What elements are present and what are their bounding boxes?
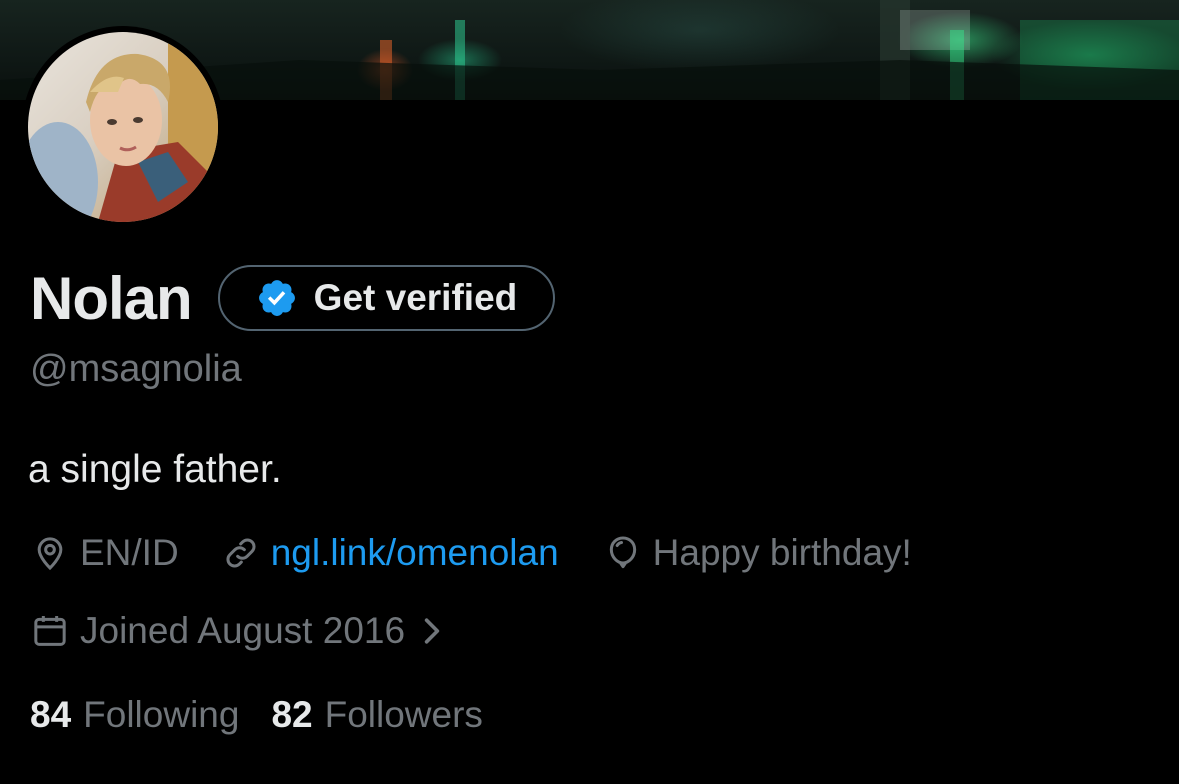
followers-label: Followers	[324, 694, 483, 735]
location-pin-icon	[30, 533, 70, 573]
profile-joined-row[interactable]: Joined August 2016	[30, 608, 443, 654]
joined-text: Joined August 2016	[80, 610, 406, 651]
link-icon	[221, 533, 261, 573]
birthday-text: Happy birthday!	[652, 532, 912, 573]
profile-meta-row: EN/ID ngl.link/omenolan Happy birthday!	[30, 530, 912, 576]
following-stat[interactable]: 84 Following	[30, 694, 239, 736]
balloon-icon	[603, 533, 643, 573]
chevron-right-icon	[421, 613, 443, 649]
profile-birthday: Happy birthday!	[603, 532, 912, 574]
calendar-icon	[30, 611, 70, 651]
get-verified-button[interactable]: Get verified	[217, 265, 556, 331]
following-label: Following	[83, 694, 240, 735]
display-name: Nolan	[30, 264, 193, 332]
followers-count: 82	[271, 694, 313, 735]
verified-badge-icon	[256, 277, 298, 319]
get-verified-label: Get verified	[313, 277, 518, 318]
profile-website-link[interactable]: ngl.link/omenolan	[221, 532, 559, 574]
followers-stat[interactable]: 82 Followers	[271, 694, 482, 736]
name-row: Nolan Get verified	[30, 262, 556, 334]
profile-location: EN/ID	[30, 532, 179, 574]
profile-joined[interactable]: Joined August 2016	[30, 610, 443, 652]
website-link-text[interactable]: ngl.link/omenolan	[271, 532, 559, 574]
profile-bio: a single father.	[28, 448, 282, 491]
user-handle: @msagnolia	[30, 348, 242, 390]
profile-avatar[interactable]	[22, 26, 224, 228]
following-count: 84	[30, 694, 72, 735]
location-text: EN/ID	[80, 532, 179, 573]
avatar-photo	[28, 32, 218, 222]
profile-stats: 84 Following 82 Followers	[30, 694, 515, 736]
